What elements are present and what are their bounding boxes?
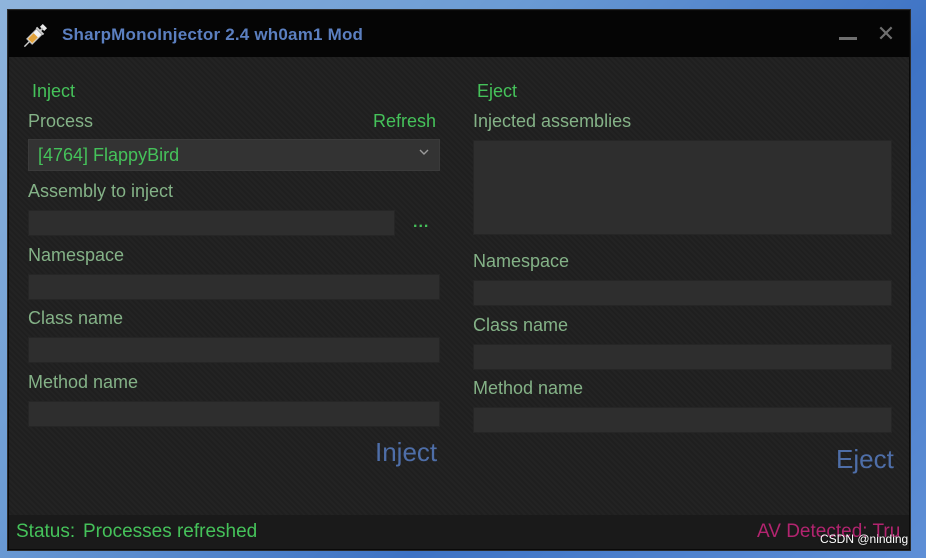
app-window: SharpMonoInjector 2.4 wh0am1 Mod ✕ Injec…: [8, 10, 910, 550]
eject-classname-label: Class name: [473, 315, 569, 335]
syringe-icon: [23, 23, 48, 48]
status-text: Processes refreshed: [83, 521, 258, 542]
eject-section-title: Eject: [477, 81, 518, 101]
inject-namespace-field[interactable]: [28, 274, 440, 300]
main-area: Inject Process Refresh [4764] FlappyBird…: [9, 57, 909, 515]
injected-assemblies-label: Injected assemblies: [473, 111, 632, 131]
process-dropdown[interactable]: [4764] FlappyBird: [28, 139, 440, 171]
status-label: Status:: [16, 521, 76, 542]
inject-classname-field[interactable]: [28, 337, 440, 363]
eject-namespace-label: Namespace: [473, 251, 570, 271]
process-label: Process: [28, 111, 94, 131]
minimize-button[interactable]: [837, 25, 859, 45]
close-icon: ✕: [876, 21, 896, 46]
status-bar: Status: Processes refreshed AV Detected:…: [9, 515, 909, 549]
inject-classname-label: Class name: [28, 308, 124, 328]
close-button[interactable]: ✕: [875, 23, 897, 45]
status-bar-content: Status: Processes refreshed AV Detected:…: [9, 515, 909, 549]
eject-classname-field[interactable]: [473, 344, 892, 370]
window-title: SharpMonoInjector 2.4 wh0am1 Mod: [62, 25, 364, 44]
eject-method-label: Method name: [473, 378, 584, 398]
eject-namespace-field[interactable]: [473, 280, 892, 306]
inject-method-field[interactable]: [28, 401, 440, 427]
browse-button[interactable]: ...: [413, 214, 429, 232]
inject-namespace-label: Namespace: [28, 245, 125, 265]
injected-assemblies-list[interactable]: [473, 140, 892, 235]
inject-section-title: Inject: [32, 81, 76, 101]
process-selected-value: [4764] FlappyBird: [38, 145, 180, 165]
assembly-path-field[interactable]: [28, 210, 395, 236]
inject-method-label: Method name: [28, 372, 139, 392]
assembly-label: Assembly to inject: [28, 181, 174, 201]
chevron-down-icon: [419, 149, 429, 155]
watermark: CSDN @ninding: [820, 532, 909, 546]
inject-button[interactable]: Inject: [375, 437, 437, 468]
refresh-link[interactable]: Refresh: [373, 111, 436, 132]
eject-button[interactable]: Eject: [836, 444, 894, 475]
title-bar[interactable]: SharpMonoInjector 2.4 wh0am1 Mod ✕: [9, 11, 909, 57]
eject-method-field[interactable]: [473, 407, 892, 433]
